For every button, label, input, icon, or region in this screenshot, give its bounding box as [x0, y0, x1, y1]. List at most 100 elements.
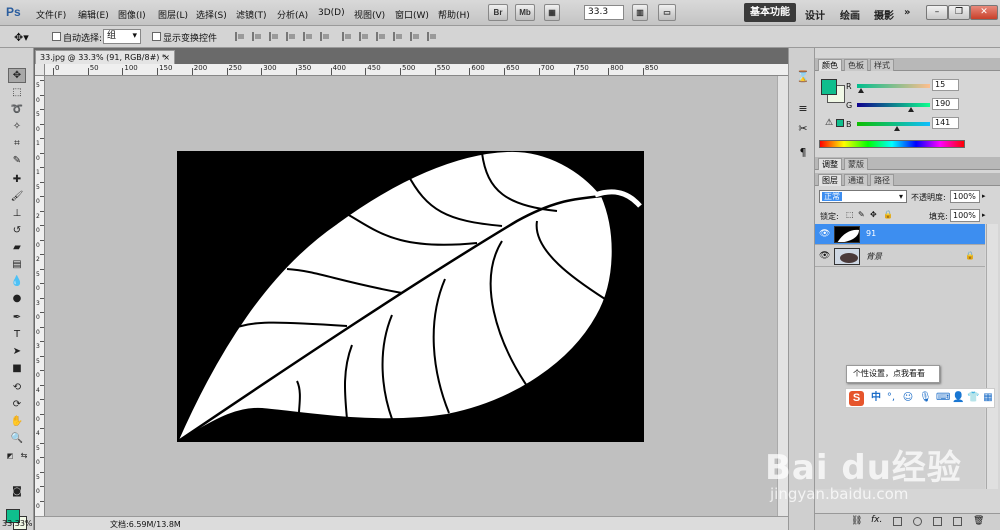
workspace-painting[interactable]: 绘画 [840, 7, 860, 22]
green-slider-thumb[interactable] [908, 107, 915, 112]
bridge-button[interactable]: Br [488, 4, 508, 21]
quick-select-tool[interactable]: ✧ [8, 119, 26, 134]
tab-masks[interactable]: 蒙版 [844, 158, 868, 170]
fill-arrow-icon[interactable]: ▸ [982, 211, 986, 219]
auto-select-dropdown[interactable]: 组 ▾ [103, 29, 141, 44]
eraser-tool[interactable]: ▰ [8, 240, 26, 255]
green-value[interactable]: 190 [932, 98, 959, 110]
fill-field[interactable]: 100% [950, 209, 980, 222]
ime-mode[interactable]: 中 [870, 392, 882, 404]
paragraph-panel-icon[interactable]: ¶ [795, 146, 811, 160]
lock-position-icon[interactable]: ✥ [870, 210, 877, 219]
menu-file[interactable]: 文件(F) [36, 8, 66, 21]
gamut-swatch[interactable] [836, 119, 844, 127]
zoom-level[interactable]: 33.33% [2, 519, 33, 528]
align-bottom-icon[interactable] [267, 31, 279, 42]
opacity-arrow-icon[interactable]: ▸ [982, 192, 986, 200]
workspace-essentials[interactable]: 基本功能 [744, 3, 796, 22]
tab-color[interactable]: 颜色 [818, 59, 842, 71]
lock-all-icon[interactable]: 🔒 [883, 210, 893, 219]
ime-punctuation[interactable]: °, [885, 392, 897, 404]
smile-icon[interactable]: ☺ [902, 392, 914, 404]
eye-icon[interactable]: 👁 [819, 251, 830, 261]
arrange-documents-button[interactable]: ▥ [632, 4, 648, 21]
marquee-tool[interactable]: ⬚ [8, 85, 26, 100]
hand-tool[interactable]: ✋ [8, 414, 26, 429]
tab-layers[interactable]: 图层 [818, 174, 842, 186]
layer-row-91[interactable]: 👁 91 [815, 224, 985, 245]
fx-icon[interactable]: fx. [871, 515, 882, 525]
blue-slider-thumb[interactable] [894, 126, 901, 131]
new-group-icon[interactable] [933, 517, 942, 526]
auto-select-checkbox[interactable] [52, 32, 61, 41]
path-select-tool[interactable]: ➤ [8, 344, 26, 359]
person-icon[interactable]: 👤 [952, 392, 964, 404]
image-canvas[interactable] [177, 151, 644, 442]
lock-image-icon[interactable]: ✎ [858, 210, 865, 219]
tab-adjustments[interactable]: 调整 [818, 158, 842, 170]
menu-help[interactable]: 帮助(H) [438, 8, 470, 21]
trash-icon[interactable]: 🗑 [973, 516, 984, 526]
tab-channels[interactable]: 通道 [844, 174, 868, 186]
swap-colors-button[interactable]: ⇆ [18, 448, 30, 463]
grid-icon[interactable]: ▦ [982, 392, 994, 404]
blue-value[interactable]: 141 [932, 117, 959, 129]
mic-icon[interactable]: 🎙 [919, 392, 932, 404]
shirt-icon[interactable]: 👕 [967, 392, 979, 404]
tab-swatches[interactable]: 色板 [844, 59, 868, 71]
crop-tool[interactable]: ⌗ [8, 136, 26, 151]
dodge-tool[interactable]: ● [8, 291, 26, 306]
3d-orbit-tool[interactable]: ⟳ [8, 397, 26, 412]
minibridge-button[interactable]: Mb [515, 4, 535, 21]
workspace-design[interactable]: 设计 [805, 7, 825, 22]
panel-fg-swatch[interactable] [821, 79, 837, 95]
vertical-ruler[interactable]: 5 0 5 0 1 0 1 5 0 2 0 0 2 5 0 3 0 0 3 5 0 4 0 0 4 5 0 5 0 0 [35, 76, 45, 520]
close-tab-button[interactable]: × [163, 51, 170, 64]
lasso-tool[interactable]: ➰ [8, 102, 26, 117]
view-extras-button[interactable]: ▦ [544, 4, 560, 21]
layers-scrollbar[interactable] [986, 224, 998, 489]
blur-tool[interactable]: 💧 [8, 274, 26, 289]
move-tool[interactable]: ✥ [8, 68, 26, 83]
clone-source-icon[interactable]: ✂ [795, 122, 811, 136]
document-tab[interactable]: 33.jpg @ 33.3% (91, RGB/8#) * × [35, 50, 175, 64]
align-hcenter-icon[interactable] [301, 31, 313, 42]
green-slider[interactable] [857, 103, 930, 107]
type-tool[interactable]: T [8, 327, 26, 342]
3d-rotate-tool[interactable]: ⟲ [8, 380, 26, 395]
add-mask-icon[interactable] [893, 517, 902, 526]
ime-tooltip[interactable]: 个性设置，点我看看 [846, 365, 940, 383]
default-colors-button[interactable]: ◩ [4, 448, 16, 463]
distribute-top-icon[interactable] [340, 31, 352, 42]
tab-styles[interactable]: 样式 [870, 59, 894, 71]
history-panel-icon[interactable]: ⌛ [795, 70, 811, 84]
distribute-right-icon[interactable] [425, 31, 437, 42]
clone-stamp-tool[interactable]: ⊥ [8, 206, 26, 221]
menu-select[interactable]: 选择(S) [196, 8, 227, 21]
sogou-logo-icon[interactable]: S [849, 391, 864, 406]
link-layers-icon[interactable]: ⛓ [851, 516, 862, 526]
move-tool-preset-icon[interactable]: ✥▾ [14, 31, 29, 44]
restore-button[interactable]: ❐ [948, 5, 970, 20]
layer-row-background[interactable]: 👁 背景 🔒 [815, 246, 985, 267]
eye-icon[interactable]: 👁 [819, 229, 830, 239]
align-vcenter-icon[interactable] [250, 31, 262, 42]
show-transform-checkbox[interactable] [152, 32, 161, 41]
menu-edit[interactable]: 编辑(E) [78, 8, 109, 21]
menu-image[interactable]: 图像(I) [118, 8, 146, 21]
menu-3d[interactable]: 3D(D) [318, 8, 345, 18]
align-right-icon[interactable] [318, 31, 330, 42]
menu-analysis[interactable]: 分析(A) [277, 8, 308, 21]
align-top-icon[interactable] [233, 31, 245, 42]
opacity-field[interactable]: 100% [950, 190, 980, 203]
menu-filter[interactable]: 滤镜(T) [236, 8, 267, 21]
ruler-origin[interactable] [35, 64, 45, 76]
distribute-hcenter-icon[interactable] [408, 31, 420, 42]
menu-layer[interactable]: 图层(L) [158, 8, 188, 21]
distribute-vcenter-icon[interactable] [357, 31, 369, 42]
distribute-bottom-icon[interactable] [374, 31, 386, 42]
quick-mask-button[interactable]: ◙ [8, 484, 26, 499]
adjustment-layer-icon[interactable] [913, 517, 922, 526]
blend-mode-dropdown[interactable]: 正常 ▾ [819, 190, 907, 203]
minimize-button[interactable]: – [926, 5, 948, 20]
